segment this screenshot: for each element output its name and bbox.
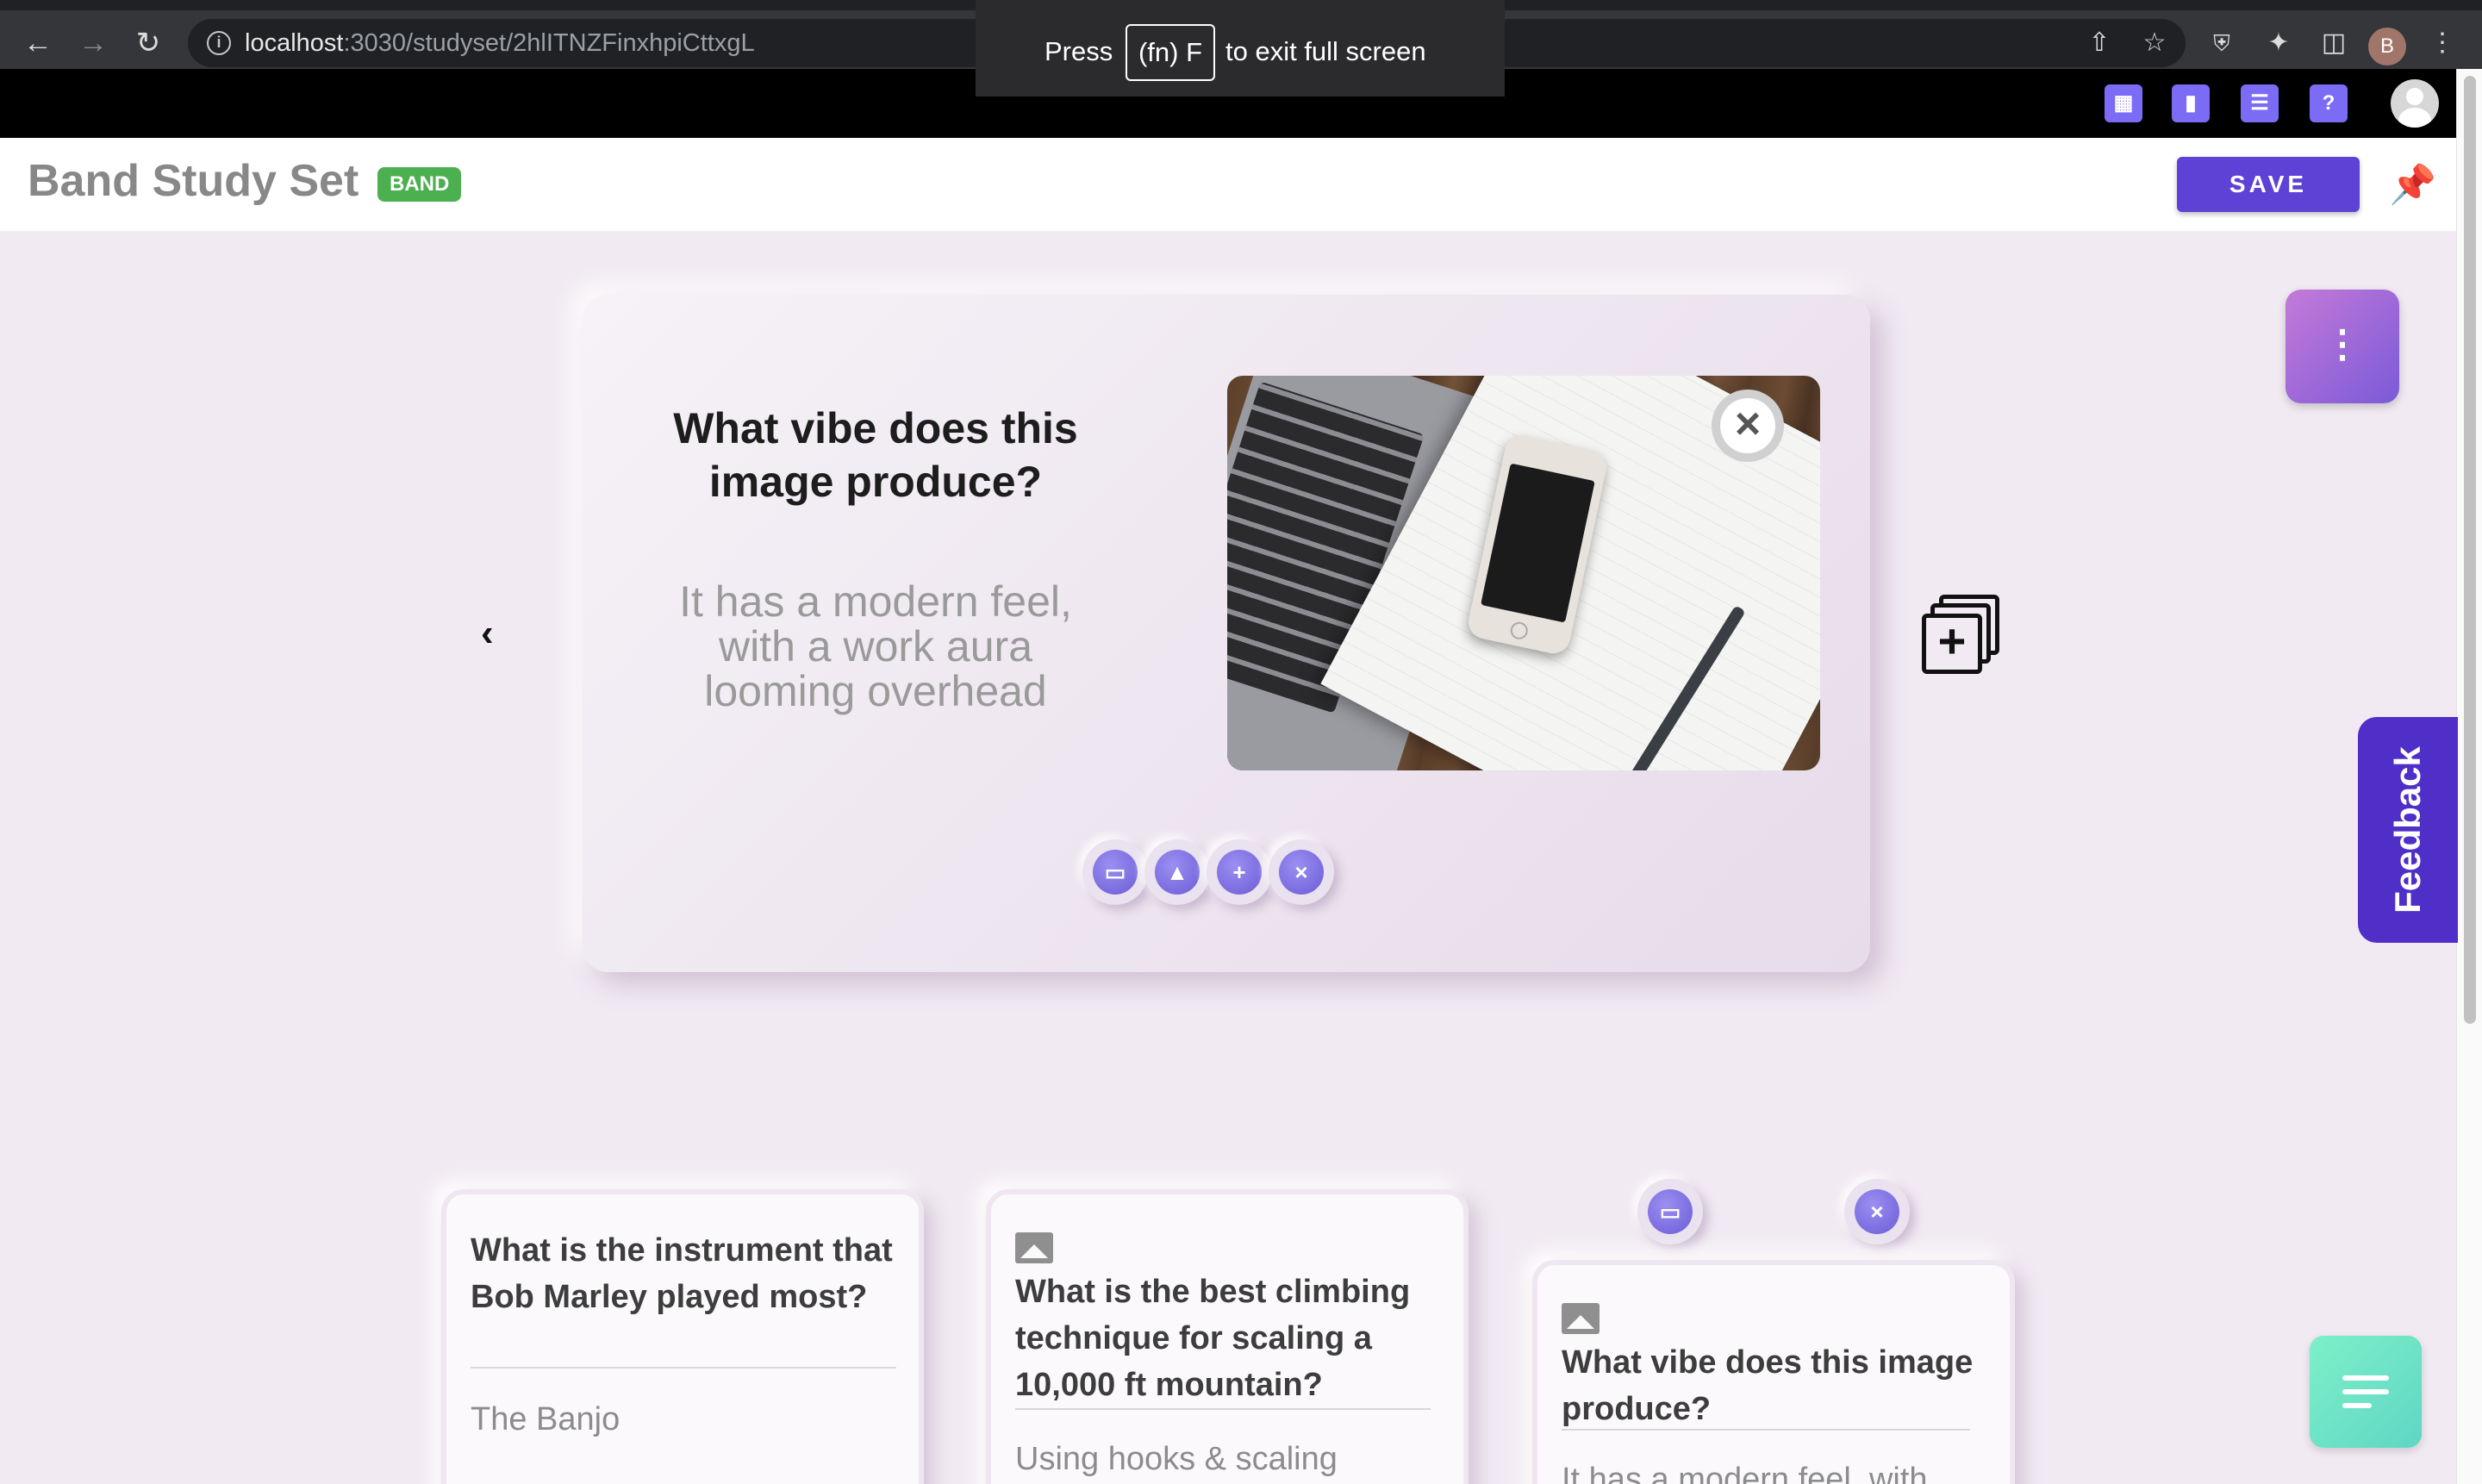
previous-card-arrow-icon[interactable]: ‹ bbox=[481, 612, 494, 655]
list-card-answer: Using hooks & scaling bbox=[1015, 1441, 1338, 1477]
image-icon bbox=[1015, 1232, 1053, 1263]
back-icon[interactable]: ← bbox=[19, 24, 57, 62]
add-card-stack-icon[interactable]: + bbox=[1922, 595, 2001, 674]
pin-icon[interactable]: 📌 bbox=[2389, 162, 2436, 207]
forward-icon[interactable]: → bbox=[74, 24, 112, 62]
delete-card-button[interactable]: × bbox=[1269, 839, 1334, 905]
flip-card-button[interactable]: ▭ bbox=[1082, 839, 1148, 905]
page-scrollbar[interactable] bbox=[2456, 69, 2482, 1484]
site-info-icon[interactable]: i bbox=[207, 31, 231, 55]
current-flashcard: What vibe does this image produce? It ha… bbox=[583, 295, 1870, 972]
quiz-help-icon[interactable]: ? bbox=[2310, 84, 2348, 122]
bookmark-star-icon[interactable]: ☆ bbox=[2137, 26, 2172, 60]
list-card-question: What is the instrument that Bob Marley p… bbox=[471, 1232, 893, 1315]
flip-card-button[interactable]: ▭ bbox=[1637, 1179, 1703, 1244]
more-options-button[interactable]: ⋮ bbox=[2286, 290, 2399, 403]
dashboard-icon[interactable]: ▦ bbox=[2105, 84, 2142, 122]
card-answer: It has a modern feel, with a work aura l… bbox=[679, 577, 1072, 715]
list-card[interactable]: What is the best climbing technique for … bbox=[986, 1189, 1469, 1484]
scrollbar-thumb[interactable] bbox=[2464, 76, 2476, 1024]
trash-icon: × bbox=[1279, 850, 1324, 895]
add-image-button[interactable]: ▲ bbox=[1144, 839, 1210, 905]
list-card-question: What vibe does this image produce? bbox=[1562, 1344, 1974, 1427]
feedback-label: Feedback bbox=[2387, 746, 2428, 913]
study-set-header: Band Study Set BAND SAVE 📌 bbox=[0, 138, 2456, 231]
extensions-puzzle-icon[interactable]: ✦ bbox=[2261, 26, 2296, 60]
image-icon: ▲ bbox=[1155, 850, 1200, 895]
bookmark-icon[interactable]: ▮ bbox=[2172, 84, 2210, 122]
reload-icon[interactable]: ↻ bbox=[129, 24, 167, 62]
list-card[interactable]: What is the instrument that Bob Marley p… bbox=[441, 1189, 924, 1484]
category-badge: BAND bbox=[377, 167, 462, 202]
trash-icon: × bbox=[1855, 1189, 1899, 1234]
fullscreen-key: (fn) F bbox=[1126, 24, 1215, 81]
remove-image-close-icon[interactable]: × bbox=[1712, 390, 1784, 462]
extension-shield-icon[interactable]: ⛨ bbox=[2204, 26, 2239, 60]
image-icon bbox=[1562, 1303, 1600, 1334]
flip-card-icon: ▭ bbox=[1648, 1189, 1693, 1234]
url-text[interactable]: localhost:3030/studyset/2hlITNZFinxhpiCt… bbox=[245, 29, 755, 58]
side-panel-icon[interactable]: ◫ bbox=[2317, 26, 2351, 60]
page-title: Band Study Set bbox=[28, 156, 359, 206]
share-icon[interactable]: ⇧ bbox=[2082, 26, 2117, 60]
card-question: What vibe does this image produce? bbox=[673, 404, 1078, 506]
menu-lines-button[interactable] bbox=[2310, 1336, 2422, 1448]
fullscreen-press-text: Press bbox=[1045, 36, 1113, 66]
feedback-tab[interactable]: Feedback bbox=[2358, 717, 2458, 943]
comment-plus-icon: + bbox=[1217, 850, 1262, 895]
library-icon[interactable]: ☰ bbox=[2241, 84, 2279, 122]
flip-card-icon: ▭ bbox=[1093, 850, 1138, 895]
user-avatar[interactable] bbox=[2391, 79, 2439, 128]
browser-menu-icon[interactable]: ⋮ bbox=[2425, 26, 2460, 60]
delete-card-button[interactable]: × bbox=[1844, 1179, 1910, 1244]
add-comment-button[interactable]: + bbox=[1207, 839, 1272, 905]
list-card[interactable]: What vibe does this image produce? It ha… bbox=[1532, 1260, 2015, 1484]
browser-profile-avatar[interactable]: B bbox=[2368, 28, 2406, 65]
list-card-answer: The Banjo bbox=[471, 1401, 620, 1437]
list-card-answer: It has a modern feel, with bbox=[1562, 1462, 1928, 1484]
save-button[interactable]: SAVE bbox=[2177, 157, 2360, 212]
fullscreen-exit-text: to exit full screen bbox=[1225, 36, 1426, 66]
list-card-question: What is the best climbing technique for … bbox=[1015, 1274, 1411, 1403]
fullscreen-toast: Press (fn) F to exit full screen bbox=[976, 0, 1505, 97]
